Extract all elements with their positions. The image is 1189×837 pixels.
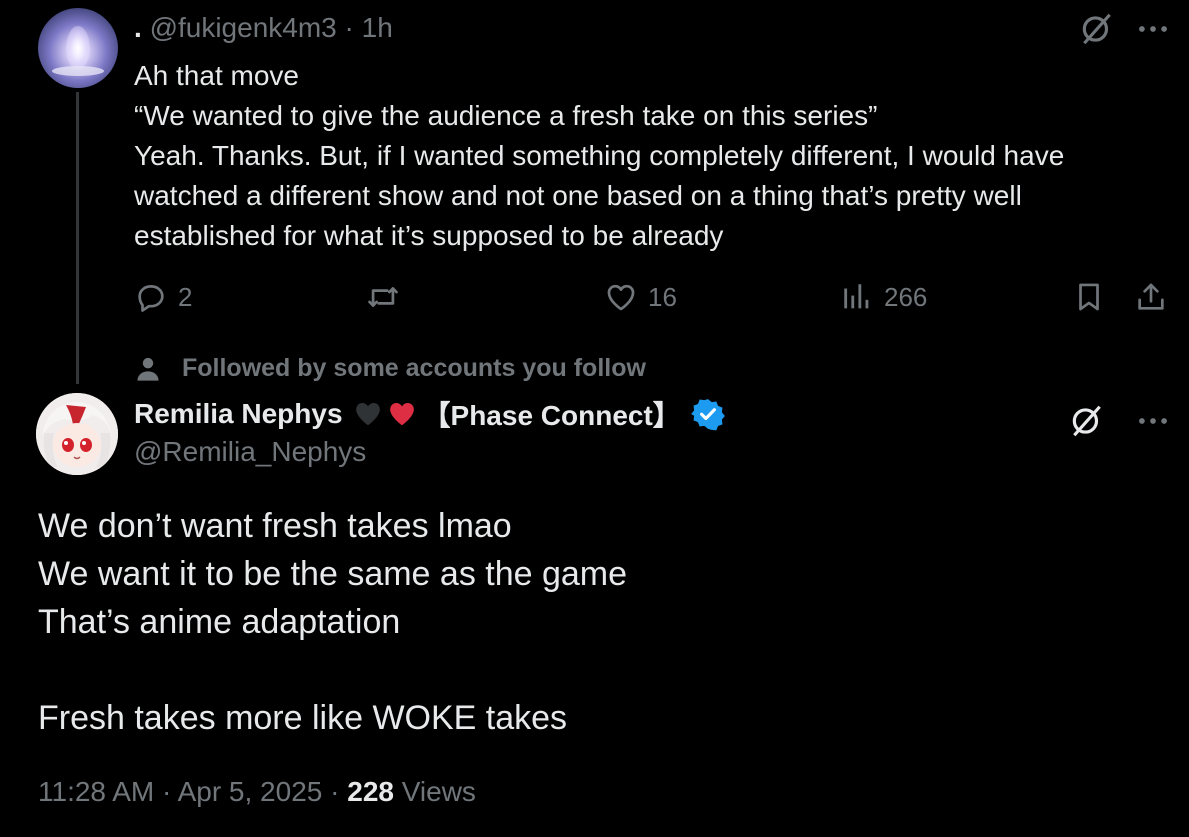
tweet-line: We don’t want fresh takes lmao xyxy=(38,507,512,545)
view-count: 266 xyxy=(884,281,928,312)
display-name[interactable]: Remilia Nephys xyxy=(134,398,343,430)
timestamp[interactable]: 1h xyxy=(362,12,393,43)
tweet-line: Ah that move xyxy=(134,60,299,91)
share-button[interactable] xyxy=(1134,280,1168,314)
affiliation: 【Phase Connect】 xyxy=(422,400,681,431)
reply-count: 2 xyxy=(178,281,193,312)
main-tweet-text: We don’t want fresh takes lmao We want i… xyxy=(38,502,1158,742)
tweet-author[interactable]: Remilia Nephys 【Phase Connect】 xyxy=(134,394,725,434)
display-name[interactable]: . xyxy=(134,12,142,43)
tweet-line: watched a different show and not one bas… xyxy=(134,180,1022,211)
bookmark-icon xyxy=(1079,283,1099,311)
verified-icon xyxy=(690,399,725,431)
more-icon[interactable] xyxy=(1134,402,1172,445)
repost-button[interactable] xyxy=(366,280,400,314)
more-icon[interactable] xyxy=(1134,10,1172,53)
grok-icon[interactable] xyxy=(1068,402,1106,445)
views-button[interactable]: 266 xyxy=(840,280,927,314)
views-count: 228 xyxy=(347,776,394,807)
social-context[interactable]: Followed by some accounts you follow xyxy=(134,354,646,383)
social-context-text: Followed by some accounts you follow xyxy=(182,354,646,382)
tweet-line: That’s anime adaptation xyxy=(38,603,401,641)
handle[interactable]: @fukigenk4m3 xyxy=(150,12,337,43)
parent-tweet-header: . @fukigenk4m3 · 1h xyxy=(134,12,393,44)
avatar[interactable] xyxy=(38,8,118,88)
reply-button[interactable]: 2 xyxy=(134,280,192,314)
date[interactable]: Apr 5, 2025 xyxy=(178,776,323,807)
tweet-line: “We wanted to give the audience a fresh … xyxy=(134,100,878,131)
separator: · xyxy=(330,776,340,807)
timestamp[interactable]: 11:28 AM xyxy=(38,776,154,807)
tweet-line: We want it to be the same as the game xyxy=(38,555,628,593)
person-icon xyxy=(137,357,159,381)
avatar-base xyxy=(52,66,104,76)
like-count: 16 xyxy=(648,281,677,312)
share-icon xyxy=(1138,283,1164,310)
avatar-glow xyxy=(66,26,90,70)
avatar[interactable] xyxy=(36,393,118,475)
bookmark-button[interactable] xyxy=(1072,280,1106,314)
red-heart-emoji xyxy=(389,402,414,426)
separator: · xyxy=(162,776,172,807)
tweet-line: established for what it’s supposed to be… xyxy=(134,220,724,251)
like-icon xyxy=(607,284,635,311)
handle[interactable]: @Remilia_Nephys xyxy=(134,436,366,468)
thread-connector-line xyxy=(76,92,79,384)
views-label: Views xyxy=(401,776,476,807)
views-icon xyxy=(844,284,869,309)
parent-tweet-text: Ah that move “We wanted to give the audi… xyxy=(134,56,1174,256)
black-heart-emoji xyxy=(355,402,380,426)
grok-icon[interactable] xyxy=(1078,10,1116,53)
separator: · xyxy=(344,12,354,43)
repost-icon xyxy=(368,287,398,307)
tweet-meta: 11:28 AM · Apr 5, 2025 · 228 Views xyxy=(38,776,476,808)
tweet-line xyxy=(38,646,1158,694)
tweet-line: Yeah. Thanks. But, if I wanted something… xyxy=(134,140,1065,171)
reply-icon xyxy=(138,285,164,312)
like-button[interactable]: 16 xyxy=(604,280,677,314)
tweet-line: Fresh takes more like WOKE takes xyxy=(38,699,568,737)
